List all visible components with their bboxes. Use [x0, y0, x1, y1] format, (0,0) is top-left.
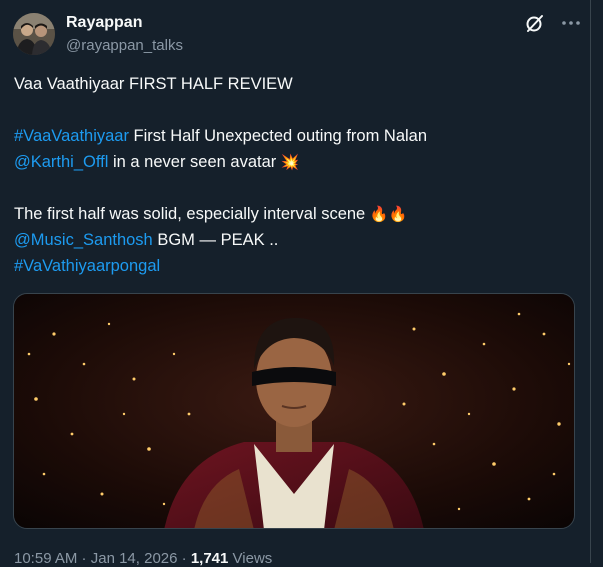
fire-emoji-icon: 🔥🔥: [369, 206, 408, 223]
author-handle[interactable]: @rayappan_talks: [66, 37, 183, 54]
author-display-name[interactable]: Rayappan: [66, 14, 142, 32]
post-line-6: #VaVathiyaarpongal: [14, 255, 160, 277]
separator: ·: [77, 550, 91, 567]
post-media-image[interactable]: [13, 293, 575, 529]
post-text: in a never seen avatar: [108, 153, 281, 171]
collision-emoji-icon: 💥: [280, 154, 300, 171]
post-line-3: @Karthi_Offl in a never seen avatar 💥: [14, 151, 300, 174]
separator: ·: [177, 550, 191, 567]
post-time[interactable]: 10:59 AM: [14, 550, 77, 567]
post-text: First Half Unexpected outing from Nalan: [128, 127, 428, 145]
post-line-2: #VaaVaathiyaar First Half Unexpected out…: [14, 125, 427, 147]
more-dots-icon[interactable]: [560, 12, 582, 34]
column-divider: [590, 0, 591, 563]
masked-man-photo: [14, 294, 574, 528]
mention-link[interactable]: @Music_Santhosh: [14, 231, 153, 249]
post-text: BGM — PEAK ..: [152, 231, 279, 249]
grok-slash-circle-icon[interactable]: [524, 12, 546, 34]
avatar[interactable]: [13, 13, 55, 55]
mention-link[interactable]: @Karthi_Offl: [14, 153, 108, 171]
post-line-title: Vaa Vaathiyaar FIRST HALF REVIEW: [14, 75, 293, 93]
post-text: The first half was solid, especially int…: [14, 205, 370, 223]
tweet-card[interactable]: Rayappan @rayappan_talks Vaa Vaathiyaar …: [0, 0, 590, 567]
hashtag-link[interactable]: #VaVathiyaarpongal: [14, 257, 160, 275]
post-footer-meta: 10:59 AM · Jan 14, 2026 · 1,741 Views: [14, 550, 272, 567]
hashtag-link[interactable]: #VaaVaathiyaar: [14, 127, 129, 145]
post-line-5: @Music_Santhosh BGM — PEAK ..: [14, 229, 278, 251]
post-date[interactable]: Jan 14, 2026: [91, 550, 178, 567]
post-line-4: The first half was solid, especially int…: [14, 203, 407, 226]
views-count: 1,741: [190, 550, 229, 567]
views-label: Views: [228, 550, 273, 567]
